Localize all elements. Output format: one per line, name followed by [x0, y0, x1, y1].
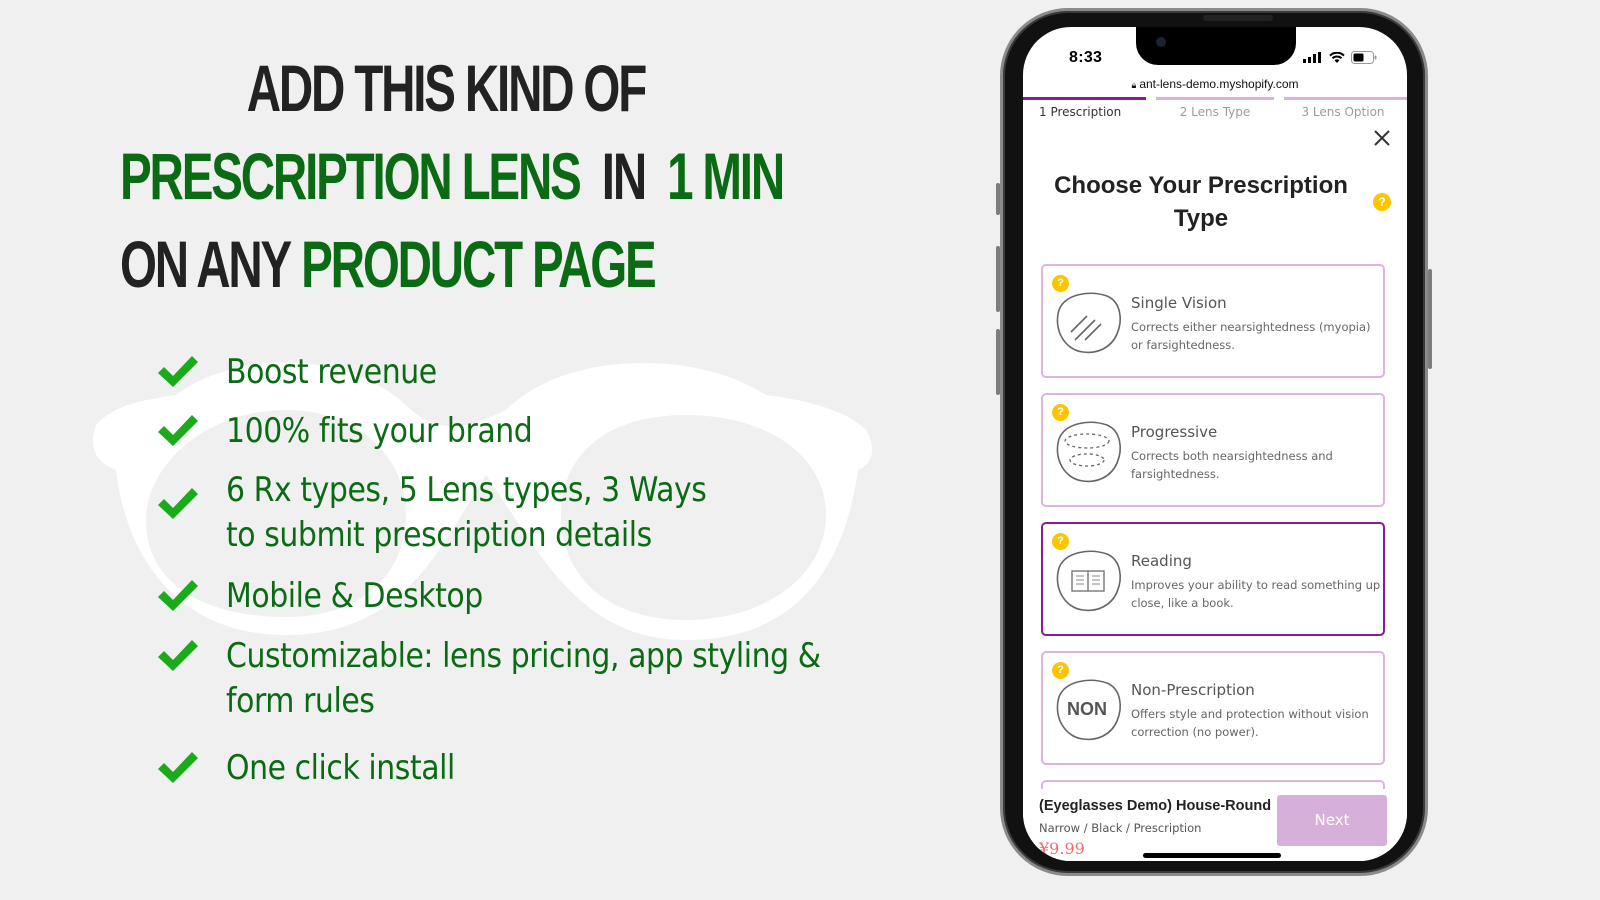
headline-text: 1 MIN — [667, 139, 785, 213]
headline-line-1: ADD THIS KIND OF — [120, 44, 710, 132]
product-name: (Eyeglasses Demo) House-Round — [1039, 798, 1272, 814]
option-reading[interactable]: ? Reading Improves your ability to read … — [1041, 522, 1385, 636]
checkmark-icon — [158, 752, 198, 783]
feature-item: Customizable: lens pricing, app styling … — [156, 634, 936, 724]
phone-power-button — [1428, 269, 1432, 369]
step-lens-type[interactable]: 2 Lens Type — [1151, 97, 1279, 127]
lock-icon: 🔒︎ — [1131, 80, 1137, 90]
battery-icon — [1351, 51, 1377, 64]
phone-volume-down-button — [996, 329, 1000, 395]
option-title: Reading — [1131, 552, 1192, 570]
feature-text: One click install — [226, 748, 455, 788]
phone-silent-switch — [996, 183, 1000, 215]
option-title: Single Vision — [1131, 294, 1227, 312]
step-label: 3 Lens Option — [1301, 105, 1385, 119]
headline: ADD THIS KIND OF PRESCRIPTION LENS IN 1 … — [120, 44, 785, 308]
headline-line-3: ON ANY PRODUCT PAGE — [120, 220, 710, 308]
feature-item: 6 Rx types, 5 Lens types, 3 Ways to subm… — [156, 468, 936, 558]
product-price: ¥9.99 — [1039, 839, 1085, 858]
step-prescription[interactable]: 1 Prescription — [1023, 97, 1151, 127]
option-description: Corrects either nearsightedness (myopia)… — [1131, 320, 1371, 352]
feature-item: Mobile & Desktop — [156, 574, 936, 619]
option-title: Non-Prescription — [1131, 681, 1255, 699]
progressive-icon — [1056, 421, 1121, 483]
option-description: Corrects both nearsightedness and farsig… — [1131, 449, 1333, 481]
wifi-icon — [1329, 51, 1345, 63]
non-prescription-icon: NON — [1056, 679, 1121, 741]
step-bar — [1156, 97, 1274, 100]
phone-volume-up-button — [996, 246, 1000, 312]
phone-speaker — [1203, 15, 1273, 21]
feature-item: 100% fits your brand — [156, 409, 936, 454]
step-bar — [1023, 97, 1146, 100]
feature-text: 100% fits your brand — [226, 411, 533, 451]
product-variant: Narrow / Black / Prescription — [1039, 821, 1202, 835]
status-time: 8:33 — [1069, 49, 1103, 66]
product-footer: (Eyeglasses Demo) House-Round Narrow / B… — [1023, 789, 1407, 861]
status-icons — [1303, 51, 1377, 64]
phone-screen: 8:33 🔒︎ ant-lens-demo.myshopify.com 1 Pr… — [1023, 27, 1407, 861]
feature-text: 6 Rx types, 5 Lens types, 3 Ways to subm… — [226, 470, 707, 555]
headline-text: PRESCRIPTION LENS — [120, 139, 582, 213]
close-icon[interactable] — [1371, 127, 1393, 149]
camera-icon — [1156, 37, 1166, 47]
single-vision-icon — [1056, 292, 1121, 354]
home-indicator[interactable] — [1143, 853, 1281, 858]
phone-notch — [1136, 27, 1296, 65]
checkmark-icon — [158, 415, 198, 446]
feature-item: Boost revenue — [156, 350, 936, 395]
prescription-type-options: ? Single Vision Corrects either nearsigh… — [1041, 264, 1385, 835]
feature-item: One click install — [156, 746, 936, 791]
step-lens-option[interactable]: 3 Lens Option — [1279, 97, 1407, 127]
browser-url-bar[interactable]: 🔒︎ ant-lens-demo.myshopify.com — [1023, 77, 1407, 91]
phone-mockup: 8:33 🔒︎ ant-lens-demo.myshopify.com 1 Pr… — [996, 8, 1432, 876]
option-single-vision[interactable]: ? Single Vision Corrects either nearsigh… — [1041, 264, 1385, 378]
headline-text: ADD THIS KIND OF — [246, 51, 648, 125]
signal-icon — [1303, 52, 1321, 63]
feature-text: Customizable: lens pricing, app styling … — [226, 636, 821, 721]
option-non-prescription[interactable]: ? NON Non-Prescription Offers style and … — [1041, 651, 1385, 765]
option-description: Offers style and protection without visi… — [1131, 707, 1369, 739]
feature-text: Boost revenue — [226, 352, 437, 392]
option-description: Improves your ability to read something … — [1131, 578, 1381, 610]
reading-book-icon — [1056, 550, 1121, 612]
next-button[interactable]: Next — [1277, 795, 1387, 846]
headline-line-2: PRESCRIPTION LENS IN 1 MIN — [120, 132, 785, 220]
checkmark-icon — [158, 640, 198, 671]
feature-text: Mobile & Desktop — [226, 576, 483, 616]
checkmark-icon — [158, 356, 198, 387]
non-icon-text: NON — [1067, 699, 1107, 719]
feature-list: Boost revenue 100% fits your brand 6 Rx … — [156, 350, 936, 791]
url-text: ant-lens-demo.myshopify.com — [1139, 77, 1299, 91]
headline-text: IN — [601, 139, 647, 213]
headline-text: ON ANY — [120, 227, 292, 301]
option-title: Progressive — [1131, 423, 1218, 441]
option-progressive[interactable]: ? Progressive Corrects both nearsightedn… — [1041, 393, 1385, 507]
step-bar — [1284, 97, 1407, 100]
help-icon[interactable]: ? — [1373, 193, 1391, 211]
step-label: 1 Prescription — [1039, 105, 1122, 119]
checkmark-icon — [158, 580, 198, 611]
modal-title: Choose Your Prescription Type — [1054, 172, 1348, 232]
headline-text: PRODUCT PAGE — [301, 227, 657, 301]
checkmark-icon — [158, 488, 198, 519]
step-progress: 1 Prescription 2 Lens Type 3 Lens Option — [1023, 97, 1407, 127]
step-label: 2 Lens Type — [1179, 105, 1251, 119]
